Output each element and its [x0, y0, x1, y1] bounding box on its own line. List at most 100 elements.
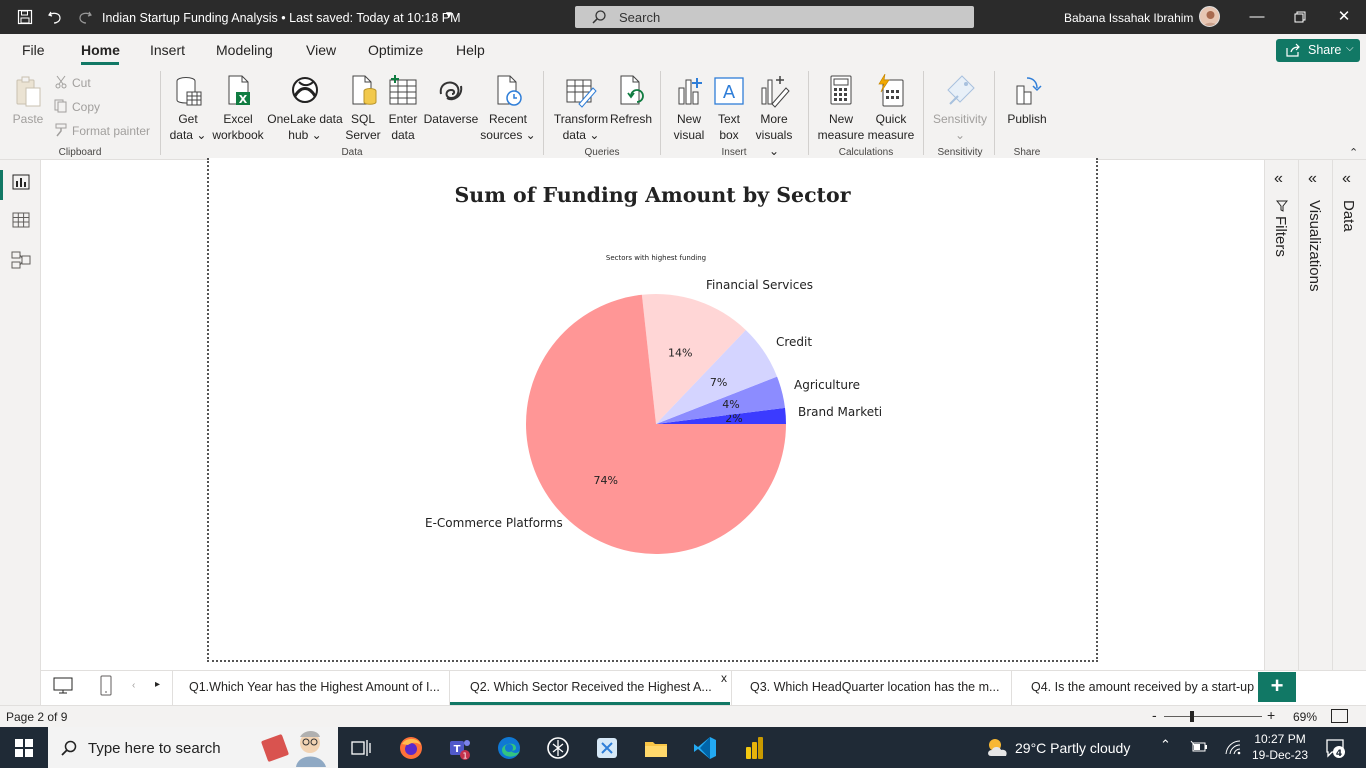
text-box-button[interactable]: A Text box [710, 74, 748, 143]
data-pane-collapsed[interactable]: « Data [1332, 160, 1366, 705]
firefox-icon[interactable] [398, 735, 424, 761]
mobile-layout-icon[interactable] [99, 675, 113, 697]
filter-icon [1275, 200, 1289, 212]
quick-measure-button[interactable]: Quick measure [866, 74, 916, 143]
format-painter-label: Format painter [72, 124, 151, 138]
minimize-icon[interactable]: — [1248, 8, 1266, 26]
page-tab-q2[interactable]: Q2. Which Sector Received the Highest A.… [450, 671, 730, 705]
cut-button[interactable]: Cut [54, 75, 91, 90]
tab-file[interactable]: File [22, 42, 45, 58]
undo-icon[interactable] [46, 8, 64, 26]
battery-icon[interactable] [1190, 739, 1208, 755]
page-tab-q3[interactable]: Q3. Which HeadQuarter location has the m… [750, 671, 1010, 705]
edge-icon[interactable] [496, 735, 522, 761]
collapse-ribbon-icon[interactable]: ⌃ [1349, 146, 1358, 159]
database-icon [176, 77, 202, 106]
sensitivity-button[interactable]: Sensitivity ⌄ [930, 74, 990, 143]
transform-data-button[interactable]: Transform data ⌄ [552, 74, 610, 143]
enter-data-button[interactable]: Enter data [384, 74, 422, 143]
recent-sources-button[interactable]: Recent sources ⌄ [480, 74, 536, 143]
dataverse-label: Dataverse [423, 112, 479, 126]
search-input[interactable]: Search [575, 6, 974, 28]
table-view-icon[interactable] [11, 210, 31, 230]
teams-icon[interactable]: T1 [447, 735, 473, 761]
scroll-tabs-right-icon[interactable]: ▸ [155, 679, 160, 690]
share-button[interactable]: Share ⌵ [1276, 39, 1360, 62]
save-icon[interactable] [16, 8, 34, 26]
tab-modeling[interactable]: Modeling [216, 42, 273, 58]
tab-help[interactable]: Help [456, 42, 485, 58]
teams-badge-count: 1 [462, 752, 467, 761]
expand-visualizations-icon[interactable]: « [1308, 170, 1317, 188]
enter-data-label: Enter [388, 112, 418, 126]
model-view-icon[interactable] [11, 250, 31, 270]
new-measure-label-2: measure [817, 128, 865, 142]
add-page-button[interactable]: + [1258, 672, 1296, 702]
paste-icon [16, 76, 41, 107]
filters-pane-collapsed[interactable]: « Filters [1264, 160, 1298, 705]
sensitivity-label-2: ⌄ [954, 128, 966, 142]
desktop-layout-icon[interactable] [52, 676, 74, 696]
tab-home[interactable]: Home [81, 42, 120, 58]
recent-sources-label-2: sources ⌄ [480, 128, 536, 142]
zoom-slider[interactable] [1164, 716, 1262, 717]
paste-button[interactable]: Paste [8, 74, 48, 127]
new-measure-button[interactable]: New measure [816, 74, 866, 143]
expand-data-icon[interactable]: « [1342, 170, 1351, 188]
chatgpt-icon[interactable] [545, 735, 571, 761]
snipping-tool-icon[interactable] [594, 735, 620, 761]
avatar[interactable] [1199, 6, 1220, 27]
onelake-icon [292, 77, 318, 103]
taskbar-search-placeholder: Type here to search [88, 740, 221, 757]
scroll-tabs-left-icon[interactable]: ‹ [132, 680, 135, 691]
quick-measure-icon [878, 74, 904, 107]
close-page-icon[interactable]: x [721, 671, 727, 685]
tab-optimize[interactable]: Optimize [368, 42, 423, 58]
user-name[interactable]: Babana Issahak Ibrahim [1064, 11, 1193, 25]
restore-icon[interactable] [1291, 8, 1309, 26]
weather-text[interactable]: 29°C Partly cloudy [1015, 740, 1130, 756]
notifications-icon[interactable]: 4 [1324, 737, 1346, 759]
task-view-icon[interactable] [348, 735, 374, 761]
format-painter-button[interactable]: Format painter [54, 123, 150, 138]
chevron-up-icon[interactable]: ⌃ [1160, 737, 1171, 753]
refresh-button[interactable]: Refresh [610, 74, 652, 127]
publish-button[interactable]: Publish [1002, 74, 1052, 127]
excel-workbook-button[interactable]: X Excel workbook [210, 74, 266, 143]
zoom-slider-thumb[interactable] [1190, 711, 1195, 722]
redo-icon[interactable] [76, 8, 94, 26]
visualizations-pane-collapsed[interactable]: « Visualizations [1298, 160, 1332, 705]
expand-filters-icon[interactable]: « [1274, 170, 1283, 188]
page-tab-q4[interactable]: Q4. Is the amount received by a start-up… [1031, 671, 1257, 705]
copy-button[interactable]: Copy [54, 99, 100, 114]
partly-cloudy-icon[interactable] [985, 736, 1011, 760]
ribbon: Paste Cut Copy Format painter Clipboard … [0, 66, 1366, 160]
system-clock[interactable]: 10:27 PM 19-Dec-23 [1252, 731, 1308, 763]
tab-insert[interactable]: Insert [150, 42, 185, 58]
fit-to-page-icon[interactable] [1331, 709, 1348, 723]
pie-category-label: Brand Marketi [798, 405, 882, 419]
close-icon[interactable]: ✕ [1335, 8, 1353, 26]
tab-divider [731, 671, 732, 705]
new-visual-button[interactable]: New visual [668, 74, 710, 143]
onelake-data-hub-button[interactable]: OneLake data hub ⌄ [266, 74, 344, 143]
report-view-icon[interactable] [11, 172, 31, 192]
zoom-in-button[interactable]: + [1267, 707, 1275, 723]
vscode-icon[interactable] [692, 735, 718, 761]
page-tab-q1[interactable]: Q1.Which Year has the Highest Amount of … [189, 671, 449, 705]
title-dropdown-icon[interactable]: ▼ [444, 10, 454, 21]
dataverse-button[interactable]: Dataverse [423, 74, 479, 127]
new-visual-label: New [676, 112, 701, 126]
wifi-icon[interactable] [1224, 739, 1242, 755]
sql-server-button[interactable]: SQL Server [344, 74, 382, 143]
windows-start-icon[interactable] [15, 739, 33, 757]
get-data-label: Get [178, 112, 198, 126]
more-visuals-label: More [760, 112, 788, 126]
power-bi-icon[interactable] [741, 735, 767, 761]
taskbar-search-input[interactable]: Type here to search [48, 727, 338, 768]
tab-view[interactable]: View [306, 42, 336, 58]
file-explorer-icon[interactable] [643, 735, 669, 761]
pie-chart[interactable]: Sectors with highest funding2% Brand Mark… [400, 240, 920, 570]
zoom-out-button[interactable]: - [1152, 707, 1157, 723]
get-data-button[interactable]: Get data ⌄ [166, 74, 210, 143]
